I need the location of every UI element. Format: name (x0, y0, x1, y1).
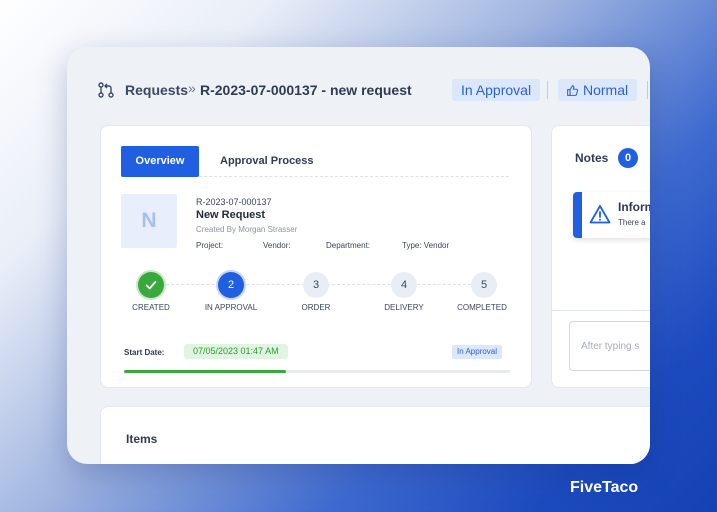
info-alert: Inform There a (573, 192, 650, 238)
meta-vendor: Vendor: (263, 241, 291, 250)
items-panel: Items (100, 406, 650, 464)
start-date-label: Start Date: (124, 348, 165, 357)
request-created-by: Created By Morgan Strasser (196, 225, 298, 234)
request-window: Requests » R-2023-07-000137 - new reques… (67, 47, 650, 464)
header-divider (547, 81, 548, 99)
priority-label: Normal (583, 82, 629, 98)
start-date-value: 07/05/2023 01:47 AM (184, 344, 288, 359)
info-alert-text: There a (618, 218, 646, 227)
progress-bar (124, 370, 510, 373)
step-label-order: ORDER (301, 303, 331, 312)
priority-badge[interactable]: Normal (558, 79, 638, 101)
tab-overview[interactable]: Overview (121, 146, 199, 177)
items-title: Items (126, 432, 158, 446)
tab-approval-process[interactable]: Approval Process (220, 155, 314, 167)
step-order: 3 (303, 272, 329, 298)
meta-project: Project: (196, 241, 224, 250)
request-number: R-2023-07-000137 (196, 197, 272, 207)
breadcrumb-requests-link[interactable]: Requests (125, 82, 188, 98)
notes-title: Notes (575, 151, 609, 165)
step-label-completed: COMPLETED (457, 303, 507, 312)
step-label-created: CREATED (132, 303, 170, 312)
header-divider (647, 81, 648, 99)
notes-count-badge: 0 (618, 148, 638, 168)
step-label-delivery: DELIVERY (384, 303, 424, 312)
step-delivery: 4 (391, 272, 417, 298)
note-input[interactable] (569, 321, 650, 371)
request-title: New Request (196, 209, 266, 221)
fivetaco-logo: FiveTaco (570, 479, 639, 496)
meta-department: Department: (326, 241, 371, 250)
meta-type: Type: Vendor (402, 241, 450, 250)
thumbs-up-icon (567, 84, 579, 96)
step-label-in-approval: IN APPROVAL (204, 303, 258, 312)
progress-bar-fill (124, 370, 287, 373)
warning-icon (589, 205, 611, 224)
check-icon (145, 281, 157, 290)
status-badge: In Approval (452, 79, 541, 101)
pull-request-icon (98, 82, 114, 98)
page-header: Requests » R-2023-07-000137 - new reques… (67, 47, 650, 127)
breadcrumb-separator: » (188, 80, 196, 96)
notes-divider (552, 310, 650, 311)
notes-panel: Notes 0 Inform There a (551, 125, 650, 388)
overview-panel: Overview Approval Process N R-2023-07-00… (100, 125, 532, 388)
avatar: N (121, 194, 177, 248)
step-completed: 5 (471, 272, 497, 298)
timeline-status-badge: In Approval (452, 345, 503, 359)
step-created (138, 272, 164, 298)
page-title: R-2023-07-000137 - new request (200, 82, 412, 98)
tab-divider (199, 176, 509, 177)
step-in-approval: 2 (218, 272, 244, 298)
info-alert-title: Inform (618, 200, 650, 214)
